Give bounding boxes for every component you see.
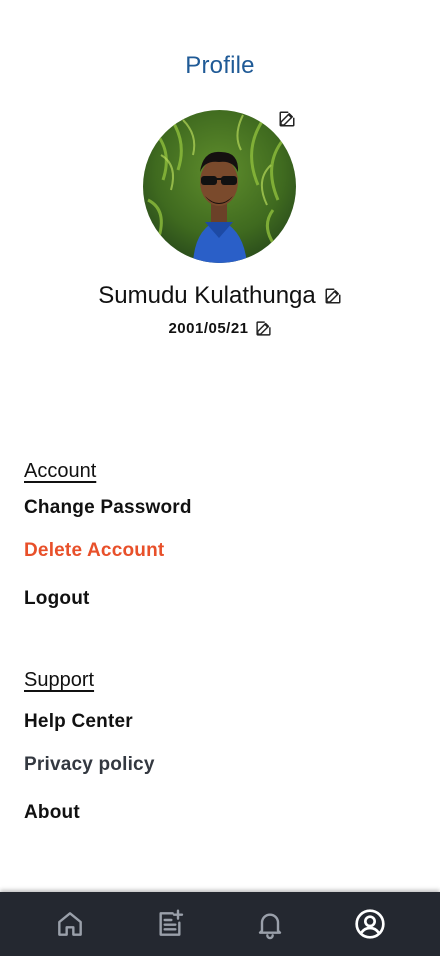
- edit-name-icon[interactable]: [324, 287, 342, 305]
- profile-dob-row: 2001/05/21: [0, 320, 440, 338]
- profile-dob: 2001/05/21: [168, 320, 249, 337]
- profile-name-row: Sumudu Kulathunga: [0, 282, 440, 310]
- support-heading: Support: [24, 669, 95, 691]
- bottom-navigation: [0, 892, 440, 956]
- avatar[interactable]: [143, 110, 296, 263]
- bell-icon[interactable]: [254, 908, 286, 940]
- account-heading: Account: [24, 460, 97, 482]
- delete-account-link[interactable]: Delete Account: [24, 540, 164, 562]
- note-add-icon[interactable]: [154, 908, 186, 940]
- profile-name: Sumudu Kulathunga: [98, 282, 316, 309]
- logout-link[interactable]: Logout: [24, 588, 90, 610]
- privacy-policy-link[interactable]: Privacy policy: [24, 754, 155, 776]
- change-password-link[interactable]: Change Password: [24, 497, 192, 519]
- about-link[interactable]: About: [24, 802, 80, 824]
- edit-avatar-icon[interactable]: [278, 110, 296, 128]
- edit-dob-icon[interactable]: [255, 320, 272, 337]
- help-center-link[interactable]: Help Center: [24, 711, 133, 733]
- profile-photo: [143, 110, 296, 263]
- page-title: Profile: [185, 52, 255, 79]
- account-circle-icon[interactable]: [354, 908, 386, 940]
- home-icon[interactable]: [54, 908, 86, 940]
